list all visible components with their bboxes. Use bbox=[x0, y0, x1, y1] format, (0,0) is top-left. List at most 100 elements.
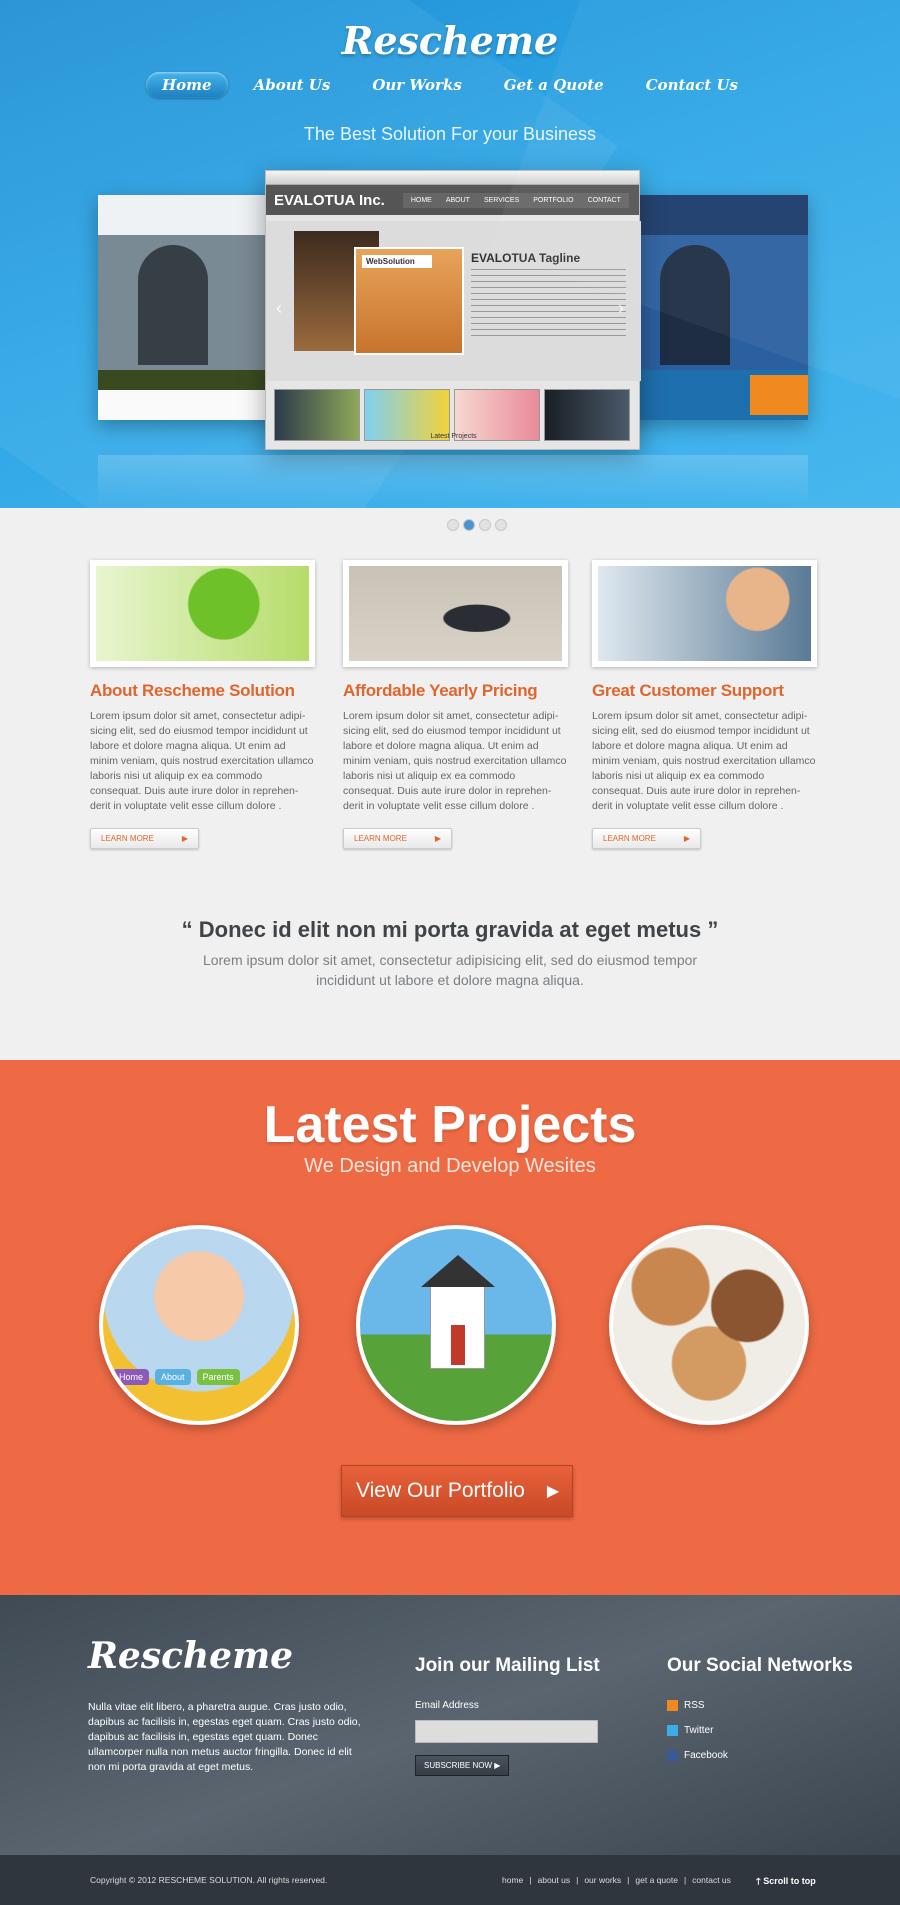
slider-dot[interactable] bbox=[495, 519, 507, 531]
learn-more-button[interactable]: LEARN MORE ▶ bbox=[592, 828, 702, 849]
social-label: RSS bbox=[684, 1700, 705, 1711]
feature-image bbox=[592, 560, 817, 667]
learn-more-label: LEARN MORE bbox=[603, 834, 656, 843]
portfolio-button-label: View Our Portfolio bbox=[356, 1479, 525, 1502]
slide-menu-item: HOME bbox=[410, 196, 432, 204]
social-label: Facebook bbox=[684, 1750, 728, 1761]
feature-image bbox=[90, 560, 315, 667]
slide-brand: EVALOTUA Inc. bbox=[274, 191, 385, 209]
divider: | bbox=[529, 1875, 532, 1885]
view-portfolio-button[interactable]: View Our Portfolio ▶ bbox=[341, 1465, 573, 1517]
feature-text: Lorem ipsum dolor sit amet, consectetur … bbox=[592, 710, 816, 812]
project-button: Parents bbox=[196, 1369, 240, 1385]
learn-more-label: LEARN MORE bbox=[101, 834, 154, 843]
slider-pagination bbox=[447, 519, 507, 531]
slide-body: WebSolution EVALOTUA Tagline bbox=[266, 221, 641, 381]
slide-preview-left[interactable] bbox=[98, 195, 288, 420]
footer-link-get-a-quote[interactable]: get a quote bbox=[635, 1875, 678, 1885]
project-thumbnail-puppies[interactable] bbox=[609, 1225, 809, 1425]
footer-link-home[interactable]: home bbox=[502, 1875, 523, 1885]
rss-icon bbox=[667, 1700, 678, 1711]
footer-link-our-works[interactable]: our works bbox=[584, 1875, 621, 1885]
main-nav: Home About Us Our Works Get a Quote Cont… bbox=[0, 72, 900, 98]
play-icon: ▶ bbox=[683, 834, 691, 843]
slide-menu-item: SERVICES bbox=[483, 196, 520, 204]
project-button: About bbox=[155, 1369, 191, 1385]
slider-dot[interactable] bbox=[479, 519, 491, 531]
social-title: Our Social Networks bbox=[667, 1655, 853, 1676]
feature-text: Lorem ipsum dolor sit amet, consectetur … bbox=[343, 710, 567, 812]
slider-dot[interactable] bbox=[447, 519, 459, 531]
twitter-icon bbox=[667, 1725, 678, 1736]
project-thumbnail-baby[interactable]: Home About Parents bbox=[99, 1225, 299, 1425]
footer-link-about-us[interactable]: about us bbox=[537, 1875, 570, 1885]
slide-caption: Latest Projects bbox=[430, 433, 477, 440]
footer-link-contact-us[interactable]: contact us bbox=[692, 1875, 731, 1885]
site-logo[interactable]: Rescheme bbox=[0, 18, 900, 63]
scroll-top-label: Scroll to top bbox=[763, 1876, 816, 1886]
learn-more-label: LEARN MORE bbox=[354, 834, 407, 843]
project-button: Home bbox=[113, 1369, 150, 1385]
slide-prev-arrow[interactable]: ‹ bbox=[276, 298, 282, 319]
feature-pricing: Affordable Yearly Pricing Lorem ipsum do… bbox=[343, 560, 568, 849]
footer-links: home | about us | our works | get a quote | … bbox=[502, 1875, 731, 1885]
quote-subtext: Lorem ipsum dolor sit amet, consectetur … bbox=[202, 952, 698, 988]
slide-thumb-label: WebSolution bbox=[362, 255, 432, 268]
slide-text-lines bbox=[471, 269, 626, 339]
nav-home[interactable]: Home bbox=[146, 72, 228, 98]
subscribe-button[interactable]: SUBSCRIBE NOW ▶ bbox=[415, 1755, 510, 1776]
slider-dot-active[interactable] bbox=[463, 519, 475, 531]
play-icon: ▶ bbox=[434, 834, 442, 843]
subscribe-label: SUBSCRIBE NOW bbox=[424, 1761, 493, 1770]
facebook-icon bbox=[667, 1750, 678, 1761]
footer: Rescheme Nulla vitae elit libero, a phar… bbox=[0, 1595, 900, 1855]
copyright: Copyright © 2012 RESCHEME SOLUTION. All … bbox=[90, 1875, 328, 1885]
slide-site-header: EVALOTUA Inc. HOME ABOUT SERVICES PORTFO… bbox=[266, 185, 639, 215]
slide-menu: HOME ABOUT SERVICES PORTFOLIO CONTACT bbox=[402, 192, 629, 208]
slide-menu-item: PORTFOLIO bbox=[533, 196, 574, 204]
divider: | bbox=[683, 1875, 687, 1885]
footer-description: Nulla vitae elit libero, a pharetra augu… bbox=[88, 1701, 361, 1773]
email-input[interactable] bbox=[415, 1720, 598, 1743]
slide-reflection bbox=[98, 455, 808, 505]
feature-support: Great Customer Support Lorem ipsum dolor… bbox=[592, 560, 817, 849]
footer-logo[interactable]: Rescheme bbox=[88, 1635, 293, 1677]
arrow-up-icon: 🡑 bbox=[756, 1876, 761, 1886]
nav-get-a-quote[interactable]: Get a Quote bbox=[488, 72, 620, 98]
hero-banner: Rescheme Home About Us Our Works Get a Q… bbox=[0, 0, 900, 508]
feature-title: About Rescheme Solution bbox=[90, 681, 295, 700]
feature-image bbox=[343, 560, 568, 667]
slide-menu-item: CONTACT bbox=[587, 196, 621, 204]
scroll-to-top-button[interactable]: 🡑 Scroll to top bbox=[756, 1874, 816, 1890]
divider: | bbox=[627, 1875, 630, 1885]
slide-next-arrow[interactable]: › bbox=[618, 298, 624, 319]
bottom-bar: Copyright © 2012 RESCHEME SOLUTION. All … bbox=[0, 1855, 900, 1905]
learn-more-button[interactable]: LEARN MORE ▶ bbox=[343, 828, 453, 849]
social-twitter[interactable]: Twitter bbox=[667, 1725, 713, 1736]
mailing-list-title: Join our Mailing List bbox=[415, 1655, 600, 1676]
projects-subtitle: We Design and Develop Wesites bbox=[304, 1155, 596, 1177]
social-label: Twitter bbox=[684, 1725, 714, 1736]
latest-projects-section: Latest Projects We Design and Develop We… bbox=[0, 1060, 900, 1595]
play-icon: ▶ bbox=[181, 834, 189, 843]
social-rss[interactable]: RSS bbox=[667, 1700, 705, 1711]
orange-block bbox=[750, 375, 808, 415]
project-nav-buttons: Home About Parents bbox=[113, 1369, 240, 1385]
person-image bbox=[138, 245, 208, 365]
feature-title: Great Customer Support bbox=[592, 681, 784, 700]
play-icon: ▶ bbox=[546, 1483, 560, 1500]
project-thumbnail-church[interactable] bbox=[356, 1225, 556, 1425]
quote-heading: “ Donec id elit non mi porta gravida at … bbox=[181, 917, 719, 942]
nav-our-works[interactable]: Our Works bbox=[356, 72, 477, 98]
feature-title: Affordable Yearly Pricing bbox=[343, 681, 538, 700]
slide-main[interactable]: EVALOTUA Inc. HOME ABOUT SERVICES PORTFO… bbox=[265, 170, 641, 450]
slide-image: WebSolution bbox=[354, 247, 464, 355]
hero-tagline: The Best Solution For your Business bbox=[303, 124, 597, 144]
learn-more-button[interactable]: LEARN MORE ▶ bbox=[90, 828, 200, 849]
projects-title: Latest Projects bbox=[263, 1096, 637, 1154]
nav-contact-us[interactable]: Contact Us bbox=[630, 72, 754, 98]
social-facebook[interactable]: Facebook bbox=[667, 1750, 728, 1761]
play-icon: ▶ bbox=[494, 1761, 501, 1770]
slide-menu-item: ABOUT bbox=[445, 196, 470, 204]
nav-about-us[interactable]: About Us bbox=[238, 72, 347, 98]
